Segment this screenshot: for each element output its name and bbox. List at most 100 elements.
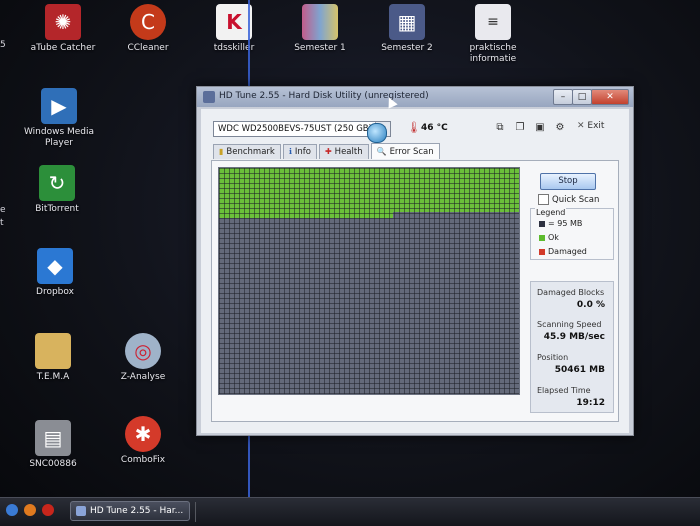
copy-all-icon[interactable]: ❐: [513, 121, 527, 135]
save-icon[interactable]: ▣: [533, 121, 547, 135]
window-client: WDC WD2500BEVS-75UST (250 GB) ▼ 🌡 46 °C …: [201, 109, 629, 433]
elapsed-time-value: 19:12: [576, 398, 605, 408]
exit-label: Exit: [587, 121, 605, 131]
tab-strip: ▮ Benchmark ℹ Info ✚ Health 🔍 Error Scan: [213, 143, 442, 160]
app-icon: [76, 506, 86, 516]
desktop-icon-label: SNC00886: [29, 459, 77, 469]
ie-icon[interactable]: [6, 504, 18, 516]
tab-label: Health: [334, 147, 363, 157]
refresh-icon[interactable]: [367, 123, 387, 143]
folder-image-icon: ▦: [389, 4, 425, 40]
desktop-icon-snc00886[interactable]: ▤ SNC00886: [8, 420, 98, 470]
desktop-icon-label: T.E.M.A: [36, 372, 70, 382]
legend-label: Damaged: [548, 247, 587, 256]
scan-statistics: Damaged Blocks 0.0 % Scanning Speed 45.9…: [530, 281, 614, 413]
thermometer-icon: 🌡: [407, 121, 421, 134]
desktop-icon-semester-2[interactable]: ▦ Semester 2: [362, 4, 452, 54]
block-map-gridlines: [219, 168, 519, 394]
desktop-icon-label: Windows Media Player: [23, 127, 95, 148]
ccleaner-icon: C: [130, 4, 166, 40]
damaged-blocks-value: 0.0 %: [576, 300, 605, 310]
drive-select[interactable]: WDC WD2500BEVS-75UST (250 GB) ▼: [213, 121, 391, 137]
position-value: 50461 MB: [554, 365, 605, 375]
exit-icon: ✕: [577, 121, 585, 131]
desktop-icon-label: tdsskiller: [213, 43, 255, 53]
desktop-icon-label: CCleaner: [127, 43, 169, 53]
legend-label: Ok: [548, 233, 559, 242]
folder-icon: [35, 333, 71, 369]
exit-button[interactable]: ✕ Exit: [577, 121, 604, 131]
health-icon: ✚: [324, 147, 332, 156]
taskbar-item-hd-tune[interactable]: HD Tune 2.55 - Har...: [70, 501, 190, 521]
desktop-icon-tema[interactable]: T.E.M.A: [8, 333, 98, 383]
hd-tune-window: HD Tune 2.55 - Hard Disk Utility (unregi…: [196, 86, 634, 436]
desktop-icon-windows-media-player[interactable]: ▶ Windows Media Player: [14, 88, 104, 149]
error-scan-panel: Stop Quick Scan Legend = 95 MB Ok Damage…: [211, 160, 619, 422]
legend-title: Legend: [535, 208, 567, 217]
tab-benchmark[interactable]: ▮ Benchmark: [213, 144, 281, 159]
tab-info[interactable]: ℹ Info: [282, 144, 317, 159]
tab-error-scan[interactable]: 🔍 Error Scan: [370, 143, 440, 159]
desktop-icon-combofix[interactable]: ✱ ComboFix: [98, 416, 188, 466]
taskbar: HD Tune 2.55 - Har...: [0, 497, 700, 526]
folder-image-icon: [302, 4, 338, 40]
taskbar-divider: [195, 502, 700, 522]
quick-scan-label: Quick Scan: [552, 194, 600, 205]
combofix-icon: ✱: [125, 416, 161, 452]
tab-health[interactable]: ✚ Health: [318, 144, 369, 159]
magnifier-icon: 🔍: [376, 146, 387, 156]
options-icon[interactable]: ⚙: [553, 121, 567, 135]
photo-file-icon: ▤: [35, 420, 71, 456]
desktop-icon-atube-catcher[interactable]: ✺ aTube Catcher: [18, 4, 108, 54]
desktop-icon-bittorrent[interactable]: ↻ BitTorrent: [12, 165, 102, 215]
tab-label: Info: [294, 147, 311, 157]
maximize-button[interactable]: □: [572, 89, 592, 105]
media-player-icon: ▶: [41, 88, 77, 124]
desktop-icon-praktische-informatie[interactable]: ≡ praktische informatie: [448, 4, 538, 65]
legend-item-damaged: Damaged: [539, 247, 587, 256]
tab-label: Error Scan: [389, 146, 434, 157]
block-map: [218, 167, 520, 395]
desktop-edge-label: 5: [0, 40, 6, 50]
close-button[interactable]: ✕: [591, 89, 629, 105]
desktop-icon-label: Semester 2: [381, 43, 433, 53]
copy-icon[interactable]: ⧉: [493, 121, 507, 135]
checkbox-box[interactable]: [538, 194, 549, 205]
quick-launch: [6, 504, 54, 516]
legend-swatch: [539, 220, 545, 227]
legend-swatch: [539, 234, 545, 241]
document-icon: ≡: [475, 4, 511, 40]
desktop-icon-ccleaner[interactable]: C CCleaner: [103, 4, 193, 54]
desktop-icon-label: ComboFix: [120, 455, 166, 465]
quick-scan-checkbox[interactable]: Quick Scan: [538, 194, 599, 205]
title-bar[interactable]: HD Tune 2.55 - Hard Disk Utility (unregi…: [197, 87, 633, 107]
window-title: HD Tune 2.55 - Hard Disk Utility (unregi…: [219, 91, 429, 101]
legend-label: = 95 MB: [548, 219, 583, 228]
legend-swatch: [539, 248, 545, 255]
firefox-icon[interactable]: [24, 504, 36, 516]
scanning-speed-label: Scanning Speed: [537, 320, 602, 329]
stop-button[interactable]: Stop: [540, 173, 596, 190]
dropbox-icon: ◆: [37, 248, 73, 284]
legend-item-ok: Ok: [539, 233, 559, 242]
minimize-button[interactable]: –: [553, 89, 573, 105]
desktop-icon-tdsskiller[interactable]: K tdsskiller: [189, 4, 279, 54]
info-icon: ℹ: [288, 147, 292, 156]
atube-catcher-icon: ✺: [45, 4, 81, 40]
temperature-value: 46 °C: [421, 123, 448, 133]
desktop-icon-dropbox[interactable]: ◆ Dropbox: [10, 248, 100, 298]
desktop-icon-semester-1[interactable]: Semester 1: [275, 4, 365, 54]
desktop-icon-label: Dropbox: [36, 287, 74, 297]
benchmark-icon: ▮: [219, 147, 224, 156]
drive-select-value: WDC WD2500BEVS-75UST (250 GB): [218, 124, 372, 134]
desktop-icon-z-analyse[interactable]: ◎ Z-Analyse: [98, 333, 188, 383]
position-label: Position: [537, 353, 569, 362]
desktop-icon-label: Z-Analyse: [120, 372, 166, 382]
z-analyse-icon: ◎: [125, 333, 161, 369]
desktop-icon-label: praktische informatie: [469, 43, 517, 64]
opera-icon[interactable]: [42, 504, 54, 516]
scanning-speed-value: 45.9 MB/sec: [543, 332, 605, 342]
desktop-edge-label: t: [0, 218, 4, 228]
desktop-icon-label: Semester 1: [294, 43, 346, 53]
kaspersky-icon: K: [216, 4, 252, 40]
